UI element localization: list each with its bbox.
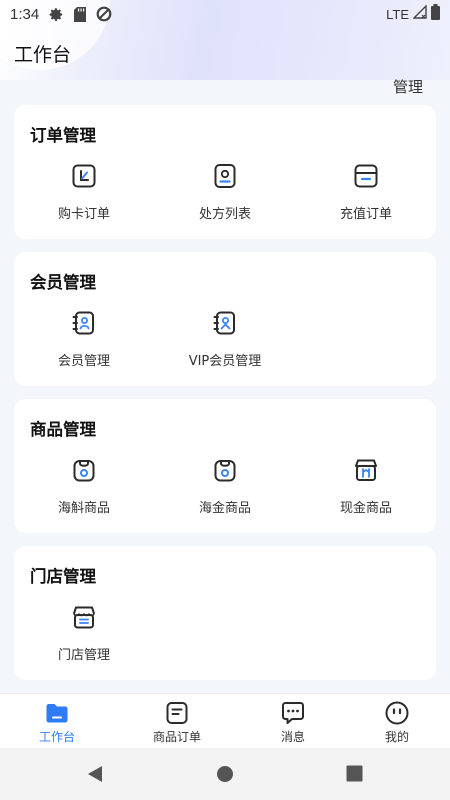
section-title: 门店管理 (30, 567, 96, 586)
recharge-order-icon (354, 164, 378, 188)
order-note-icon (166, 702, 188, 724)
grid-item-label: 现金商品 (339, 501, 392, 516)
grid-item-cash-products[interactable]: 现金商品 (296, 457, 436, 517)
shop-gift-icon (355, 459, 377, 481)
system-nav-bar (0, 748, 450, 800)
grid-item-label: 海金商品 (198, 501, 251, 516)
product-bag-icon (73, 460, 95, 482)
grid-item-members[interactable]: 会员管理 (14, 310, 154, 370)
grid-item-haihu-products[interactable]: 海斛商品 (14, 457, 154, 517)
grid-item-label: VIP会员管理 (188, 354, 262, 369)
battery-icon (431, 4, 440, 24)
section-order-management: 订单管理 购卡订单 处方列表 充值订单 (14, 105, 436, 239)
section-title: 商品管理 (30, 420, 96, 439)
tab-workbench[interactable]: 工作台 (2, 700, 112, 745)
grid-item-stores[interactable]: 门店管理 (14, 604, 154, 664)
network-type: LTE (386, 6, 409, 22)
tab-messages[interactable]: 消息 (238, 700, 348, 745)
page-title: 工作台 (14, 44, 72, 66)
section-store-management: 门店管理 门店管理 (14, 546, 436, 680)
sd-card-icon (71, 5, 89, 23)
profile-face-icon (385, 701, 409, 725)
grid-item-label: 充值订单 (339, 207, 392, 222)
status-time: 1:34 (10, 5, 40, 23)
gear-icon (47, 5, 65, 23)
grid-item-vip-members[interactable]: VIP会员管理 (155, 310, 295, 370)
manage-button[interactable]: 管理 (393, 76, 423, 97)
tab-label: 商品订单 (152, 730, 201, 744)
grid-item-label: 会员管理 (57, 354, 110, 369)
grid-item-label: 门店管理 (57, 648, 110, 663)
section-product-management: 商品管理 海斛商品 海金商品 现金商品 (14, 399, 436, 533)
section-member-management: 会员管理 会员管理 VIP会员管理 (14, 252, 436, 386)
bottom-tab-bar: 工作台 商品订单 消息 我的 (0, 693, 450, 748)
section-title: 订单管理 (30, 126, 96, 145)
back-icon[interactable] (86, 765, 104, 783)
home-icon[interactable] (216, 765, 234, 783)
tab-product-orders[interactable]: 商品订单 (122, 700, 232, 745)
card-order-icon (72, 164, 96, 188)
store-icon (73, 606, 95, 629)
status-bar: 1:34 LTE (0, 0, 450, 28)
grid-item-haijin-products[interactable]: 海金商品 (155, 457, 295, 517)
tab-label: 工作台 (38, 730, 75, 744)
section-title: 会员管理 (30, 273, 96, 292)
tab-label: 消息 (280, 730, 305, 744)
data-saver-icon (95, 5, 113, 23)
prescription-list-icon (214, 164, 236, 188)
tab-profile[interactable]: 我的 (342, 700, 450, 745)
message-icon (282, 702, 304, 724)
signal-icon (412, 4, 427, 23)
vip-member-book-icon (213, 311, 235, 335)
grid-item-recharge-orders[interactable]: 充值订单 (296, 163, 436, 223)
grid-item-prescriptions[interactable]: 处方列表 (155, 163, 295, 223)
grid-item-label: 处方列表 (198, 207, 251, 222)
folder-icon (46, 704, 68, 723)
grid-item-label: 购卡订单 (57, 207, 110, 222)
tab-label: 我的 (384, 730, 409, 744)
grid-item-card-orders[interactable]: 购卡订单 (14, 163, 154, 223)
recents-icon[interactable] (346, 765, 363, 782)
grid-item-label: 海斛商品 (57, 501, 110, 516)
member-book-icon (72, 311, 94, 335)
product-bag-icon (214, 460, 236, 482)
